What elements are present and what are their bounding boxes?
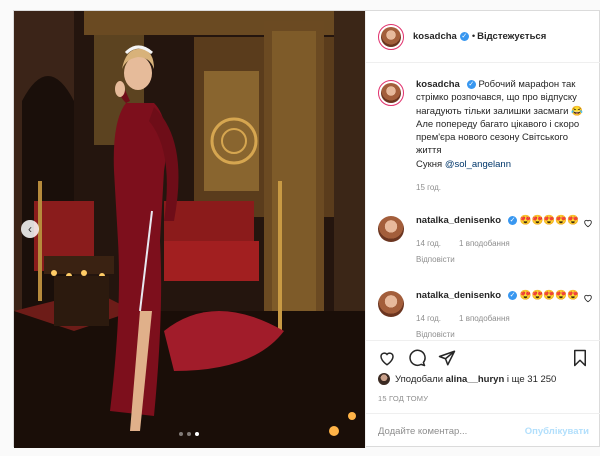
- caption-time[interactable]: 15 год.: [416, 181, 441, 194]
- add-comment-bar: Опублікувати: [366, 413, 600, 448]
- comment-body: natalka_denisenko ✓ 😍😍😍😍😍 14 год. 1 вподо…: [416, 214, 590, 266]
- comment-time[interactable]: 14 год.: [416, 237, 441, 250]
- chevron-left-icon: ‹: [28, 222, 32, 236]
- comment-item: natalka_denisenko ✓ 😍😍😍😍😍 14 год. 1 вподо…: [378, 289, 593, 339]
- comment-body: natalka_denisenko ✓ 😍😍😍😍😍 14 год. 1 вподо…: [416, 289, 590, 339]
- caption-credit-prefix: Сукня: [416, 158, 443, 170]
- likes-prefix: Уподобали: [395, 373, 444, 385]
- comment-username[interactable]: natalka_denisenko: [416, 215, 501, 226]
- carousel-dot: [187, 432, 191, 436]
- comments-list[interactable]: kosadcha ✓ Робочий марафон так стрімко ро…: [366, 64, 600, 339]
- instagram-post: ‹ kosadcha ✓ • Відстежується kosadcha✓: [13, 10, 600, 448]
- comment-time[interactable]: 14 год.: [416, 312, 441, 325]
- header-separator: •: [471, 31, 476, 42]
- comment-item: natalka_denisenko ✓ 😍😍😍😍😍 14 год. 1 вподо…: [378, 214, 593, 266]
- comment-like-heart-icon[interactable]: [583, 293, 593, 303]
- post-timestamp[interactable]: 15 ГОД ТОМУ: [378, 394, 428, 403]
- verified-icon: ✓: [466, 79, 476, 89]
- comment-text: 😍😍😍😍😍: [519, 290, 579, 301]
- caption-username[interactable]: kosadcha: [416, 79, 460, 90]
- likes-user[interactable]: alina__huryn: [446, 374, 505, 385]
- post-actions-bar: [366, 340, 600, 374]
- caption: kosadcha ✓ Робочий марафон так стрімко ро…: [378, 78, 593, 194]
- comment-username[interactable]: natalka_denisenko: [416, 290, 501, 301]
- comment-bubble-icon[interactable]: [408, 349, 426, 367]
- author-avatar[interactable]: [378, 23, 404, 50]
- comment-likes[interactable]: 1 вподобання: [459, 237, 510, 250]
- verified-icon: ✓: [508, 215, 518, 225]
- photo-illustration: [14, 11, 365, 448]
- share-paper-plane-icon[interactable]: [438, 349, 456, 367]
- commenter-avatar[interactable]: [378, 216, 404, 242]
- post-side-panel: kosadcha ✓ • Відстежується kosadcha ✓ Роб…: [365, 11, 600, 448]
- comment-reply-button[interactable]: Відповісти: [416, 253, 590, 266]
- comment-meta: 14 год. 1 вподобання: [416, 237, 590, 250]
- caption-meta: 15 год.: [416, 181, 590, 194]
- comment-input[interactable]: [378, 425, 525, 437]
- bookmark-icon[interactable]: [571, 349, 589, 367]
- verified-icon: ✓: [508, 290, 518, 300]
- post-photo[interactable]: ‹: [14, 11, 365, 448]
- likes-summary[interactable]: Уподобали alina__huryn і ще 31 250: [378, 373, 556, 385]
- comment-like-heart-icon[interactable]: [583, 218, 593, 228]
- post-header: kosadcha ✓ • Відстежується: [366, 11, 600, 63]
- author-meta: kosadcha ✓ • Відстежується: [413, 31, 546, 42]
- publish-button[interactable]: Опублікувати: [525, 426, 589, 437]
- carousel-dot: [179, 432, 183, 436]
- comment-text: 😍😍😍😍😍: [519, 215, 579, 226]
- comment-meta: 14 год. 1 вподобання: [416, 312, 590, 325]
- likes-suffix[interactable]: і ще 31 250: [507, 374, 556, 385]
- follow-status-button[interactable]: Відстежується: [477, 31, 546, 42]
- verified-icon: ✓: [459, 32, 469, 41]
- liker-avatar: [378, 373, 390, 385]
- caption-text: Робочий марафон так стрімко розпочався, …: [416, 79, 583, 157]
- commenter-avatar[interactable]: [378, 291, 404, 317]
- caption-mention-link[interactable]: @sol_angelann: [445, 159, 511, 170]
- like-heart-icon[interactable]: [378, 349, 396, 367]
- comment-reply-button[interactable]: Відповісти: [416, 328, 590, 339]
- caption-body: kosadcha ✓ Робочий марафон так стрімко ро…: [416, 78, 590, 194]
- comment-likes[interactable]: 1 вподобання: [459, 312, 510, 325]
- carousel-prev-button[interactable]: ‹: [21, 220, 39, 238]
- carousel-dots: [179, 432, 199, 436]
- caption-avatar[interactable]: [378, 80, 404, 106]
- author-username[interactable]: kosadcha: [413, 31, 457, 42]
- carousel-dot-active: [195, 432, 199, 436]
